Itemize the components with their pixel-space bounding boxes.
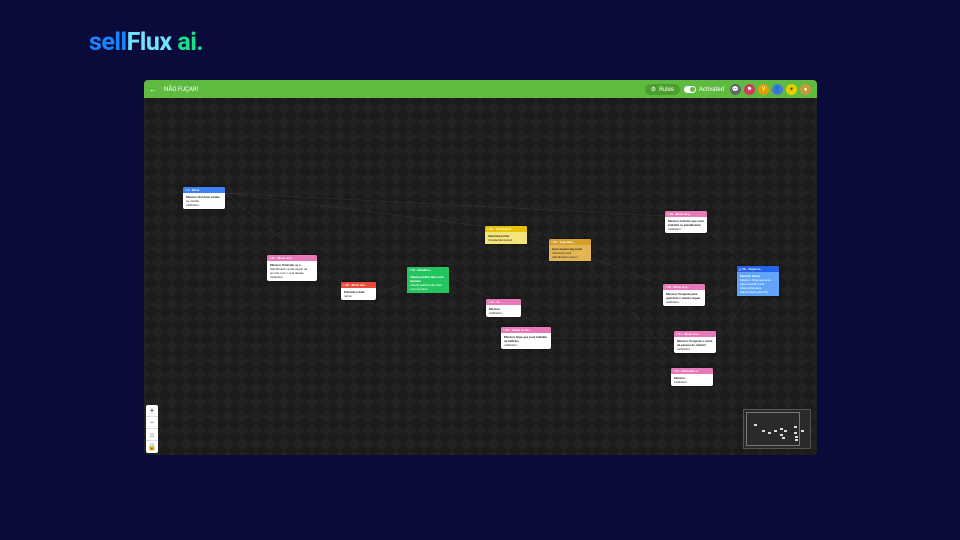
node-body: lead requere tag nameAdicionar paraatend… bbox=[549, 245, 591, 261]
editor-header: ← NÃO FUÇAR! ⚙ Rules Activated 💬 ⚑ Y 👤 ☀… bbox=[144, 80, 817, 98]
flow-editor-app: ← NÃO FUÇAR! ⚙ Rules Activated 💬 ⚑ Y 👤 ☀… bbox=[144, 80, 817, 455]
node-body: Mission:validation: bbox=[486, 305, 521, 317]
flow-node[interactable]: □ 40 - Block ext…Extraction data:name bbox=[341, 282, 376, 300]
flow-node[interactable]: □ 58 - Clique na Ka…Mission: Diga que vo… bbox=[501, 327, 551, 349]
flow-node[interactable]: □ 37 - Block of q…Mission: Entender se o… bbox=[267, 255, 317, 281]
flow-node[interactable]: □ 54 - Intention…Cliente prefere falar c… bbox=[407, 267, 449, 293]
activate-toggle[interactable]: Activated bbox=[684, 86, 724, 93]
flow-canvas[interactable]: □ 5 - BlockMission: Dar boas vindasao cl… bbox=[144, 98, 817, 455]
toggle-switch-icon bbox=[684, 86, 696, 93]
coin-icon[interactable]: ● bbox=[800, 84, 811, 95]
node-body: Mission: Informe que você trabalha no at… bbox=[665, 217, 707, 233]
flow-node[interactable]: □ 45 - B…Mission:validation: bbox=[486, 299, 521, 317]
rules-button[interactable]: ⚙ Rules bbox=[645, 84, 680, 95]
minimap[interactable] bbox=[743, 409, 811, 449]
flow-node[interactable]: □ 63 - Entreviste c…Mission:validation: bbox=[671, 368, 713, 386]
flow-node[interactable]: □ 48 - Block of q…Mission: Informe que v… bbox=[665, 211, 707, 233]
flow-title: NÃO FUÇAR! bbox=[162, 86, 645, 93]
gear-icon: ⚙ bbox=[651, 86, 656, 93]
flag-icon[interactable]: ⚑ bbox=[744, 84, 755, 95]
brand-logo: sellFlux ai. bbox=[89, 28, 203, 57]
node-body: Mission:validation: bbox=[671, 374, 713, 386]
flow-node[interactable]: □ 49 - Block of q…Mission: Pergunte para… bbox=[663, 284, 705, 306]
minimap-viewport bbox=[746, 412, 800, 446]
lock-button[interactable]: 🔒 bbox=[146, 441, 158, 453]
node-body: Mission: Dar boas vindasao cliente.valid… bbox=[183, 193, 225, 209]
node-body: Extraction data:name bbox=[341, 288, 376, 300]
zoom-out-button[interactable]: − bbox=[146, 417, 158, 429]
chat-icon[interactable]: 💬 bbox=[730, 84, 741, 95]
bulb-icon[interactable]: ☀ bbox=[786, 84, 797, 95]
zoom-controls: + − ⌂ 🔒 bbox=[146, 405, 158, 453]
flow-node[interactable]: □ 5 - BlockMission: Dar boas vindasao cl… bbox=[183, 187, 225, 209]
flow-node[interactable]: □ 51 - Block of q…Mission: Pergunte o no… bbox=[674, 331, 716, 353]
zoom-reset-button[interactable]: ⌂ bbox=[146, 429, 158, 441]
edge-layer bbox=[144, 98, 817, 455]
back-button[interactable]: ← bbox=[144, 85, 162, 94]
user-icon[interactable]: 👤 bbox=[772, 84, 783, 95]
flow-node[interactable]: △ 46 - Target re…Send to: teamsMission: … bbox=[737, 266, 779, 296]
zoom-in-button[interactable]: + bbox=[146, 405, 158, 417]
flow-node[interactable]: □ 30 - Schedule B…Selected periodUnselec… bbox=[485, 226, 527, 244]
node-body: Mission: Pergunte para qual time o clien… bbox=[663, 290, 705, 306]
node-body: Selected periodUnselected period bbox=[485, 232, 527, 244]
node-body: Mission: Entender se oatendimento pode s… bbox=[267, 261, 317, 281]
node-body: Cliente prefere falar com humanoCliente … bbox=[407, 273, 449, 293]
node-body: Send to: teamsMission: Diga que essa pes… bbox=[737, 272, 779, 296]
node-body: Mission: Diga que você trabalha na SellF… bbox=[501, 333, 551, 349]
toolbar-icons: 💬 ⚑ Y 👤 ☀ ● bbox=[730, 84, 811, 95]
y-icon[interactable]: Y bbox=[758, 84, 769, 95]
flow-node[interactable]: □ 52 - Tags Man…lead requere tag nameAdi… bbox=[549, 239, 591, 261]
node-body: Mission: Pergunte o nome da pessoa do cl… bbox=[674, 337, 716, 353]
